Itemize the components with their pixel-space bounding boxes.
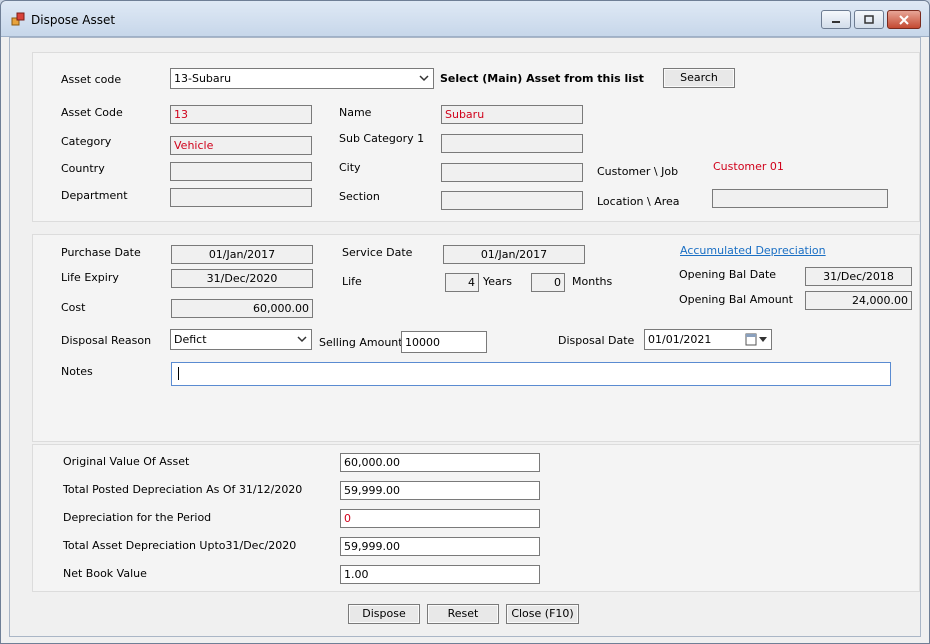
disposal-date-picker[interactable]: 01/01/2021	[644, 329, 772, 350]
department-field	[170, 188, 312, 207]
city-label: City	[339, 161, 361, 174]
location-area-field	[712, 189, 888, 208]
country-field	[170, 162, 312, 181]
life-expiry-field: 31/Dec/2020	[171, 269, 313, 288]
disposal-reason-label: Disposal Reason	[61, 334, 152, 347]
life-label: Life	[342, 275, 362, 288]
section-field	[441, 191, 583, 210]
opening-bal-date-label: Opening Bal Date	[679, 268, 777, 281]
sub-category-label: Sub Category 1	[339, 132, 425, 145]
net-book-value-field: 1.00	[340, 565, 540, 584]
reset-button[interactable]: Reset	[427, 604, 499, 624]
asset-code-field: 13	[170, 105, 312, 124]
disposal-date-label: Disposal Date	[558, 334, 635, 347]
cost-label: Cost	[61, 301, 86, 314]
text-caret	[178, 367, 179, 380]
title-bar[interactable]: Dispose Asset	[1, 1, 929, 37]
opening-bal-amount-label: Opening Bal Amount	[679, 293, 793, 306]
selling-amount-input[interactable]: 10000	[401, 331, 487, 353]
opening-bal-date-field: 31/Dec/2018	[805, 267, 912, 286]
app-icon	[11, 12, 25, 26]
maximize-button[interactable]	[854, 10, 884, 29]
city-field	[441, 163, 583, 182]
close-icon	[899, 15, 909, 25]
chevron-down-icon	[297, 336, 307, 343]
close-button[interactable]: Close (F10)	[506, 604, 579, 624]
name-field: Subaru	[441, 105, 583, 124]
notes-label: Notes	[61, 365, 93, 378]
category-label: Category	[61, 135, 112, 148]
disposal-date-value: 01/01/2021	[648, 333, 712, 346]
chevron-down-icon	[419, 75, 429, 82]
total-asset-depreciation-label: Total Asset Depreciation Upto31/Dec/2020	[63, 539, 297, 552]
select-asset-hint: Select (Main) Asset from this list	[440, 72, 644, 85]
service-date-label: Service Date	[342, 246, 413, 259]
section-label: Section	[339, 190, 380, 203]
total-posted-depreciation-label: Total Posted Depreciation As Of 31/12/20…	[63, 483, 303, 496]
window-title: Dispose Asset	[31, 13, 116, 27]
accumulated-depreciation-link[interactable]: Accumulated Depreciation	[680, 244, 826, 257]
net-book-value-label: Net Book Value	[63, 567, 147, 580]
calendar-icon	[745, 333, 767, 346]
department-label: Department	[61, 189, 128, 202]
depreciation-period-label: Depreciation for the Period	[63, 511, 212, 524]
total-asset-depreciation-field: 59,999.00	[340, 537, 540, 556]
asset-code-select-label: Asset code	[61, 73, 122, 86]
cost-field: 60,000.00	[171, 299, 313, 318]
depreciation-panel: Purchase Date 01/Jan/2017 Service Date 0…	[32, 234, 920, 442]
dispose-asset-window: Dispose Asset Asset code 13-Subaru Selec…	[0, 0, 930, 644]
customer-value: Customer 01	[713, 160, 784, 173]
opening-bal-amount-field: 24,000.00	[805, 291, 912, 310]
notes-input[interactable]	[171, 362, 891, 386]
disposal-reason-value: Defict	[174, 333, 207, 346]
close-window-button[interactable]	[887, 10, 921, 29]
asset-select-value: 13-Subaru	[174, 72, 232, 85]
name-label: Name	[339, 106, 372, 119]
customer-job-label: Customer \ Job	[597, 165, 679, 178]
sub-category-field	[441, 134, 583, 153]
asset-info-panel: Asset code 13-Subaru Select (Main) Asset…	[32, 52, 920, 222]
total-posted-depreciation-field: 59,999.00	[340, 481, 540, 500]
life-months-field: 0	[531, 273, 565, 292]
life-expiry-label: Life Expiry	[61, 271, 119, 284]
purchase-date-field: 01/Jan/2017	[171, 245, 313, 264]
disposal-reason-combo[interactable]: Defict	[170, 329, 312, 350]
dispose-button[interactable]: Dispose	[348, 604, 420, 624]
asset-code-label: Asset Code	[61, 106, 123, 119]
selling-amount-label: Selling Amount	[319, 336, 403, 349]
original-value-label: Original Value Of Asset	[63, 455, 190, 468]
service-date-field: 01/Jan/2017	[443, 245, 585, 264]
depreciation-period-field: 0	[340, 509, 540, 528]
category-field: Vehicle	[170, 136, 312, 155]
asset-select-combo[interactable]: 13-Subaru	[170, 68, 434, 89]
months-label: Months	[572, 275, 613, 288]
original-value-field: 60,000.00	[340, 453, 540, 472]
summary-panel: Original Value Of Asset 60,000.00 Total …	[32, 444, 920, 592]
maximize-icon	[864, 15, 874, 24]
life-years-field: 4	[445, 273, 479, 292]
minimize-button[interactable]	[821, 10, 851, 29]
years-label: Years	[483, 275, 513, 288]
minimize-icon	[832, 21, 840, 23]
purchase-date-label: Purchase Date	[61, 246, 141, 259]
location-area-label: Location \ Area	[597, 195, 680, 208]
search-button[interactable]: Search	[663, 68, 735, 88]
form-client-area: Asset code 13-Subaru Select (Main) Asset…	[9, 37, 921, 637]
country-label: Country	[61, 162, 105, 175]
